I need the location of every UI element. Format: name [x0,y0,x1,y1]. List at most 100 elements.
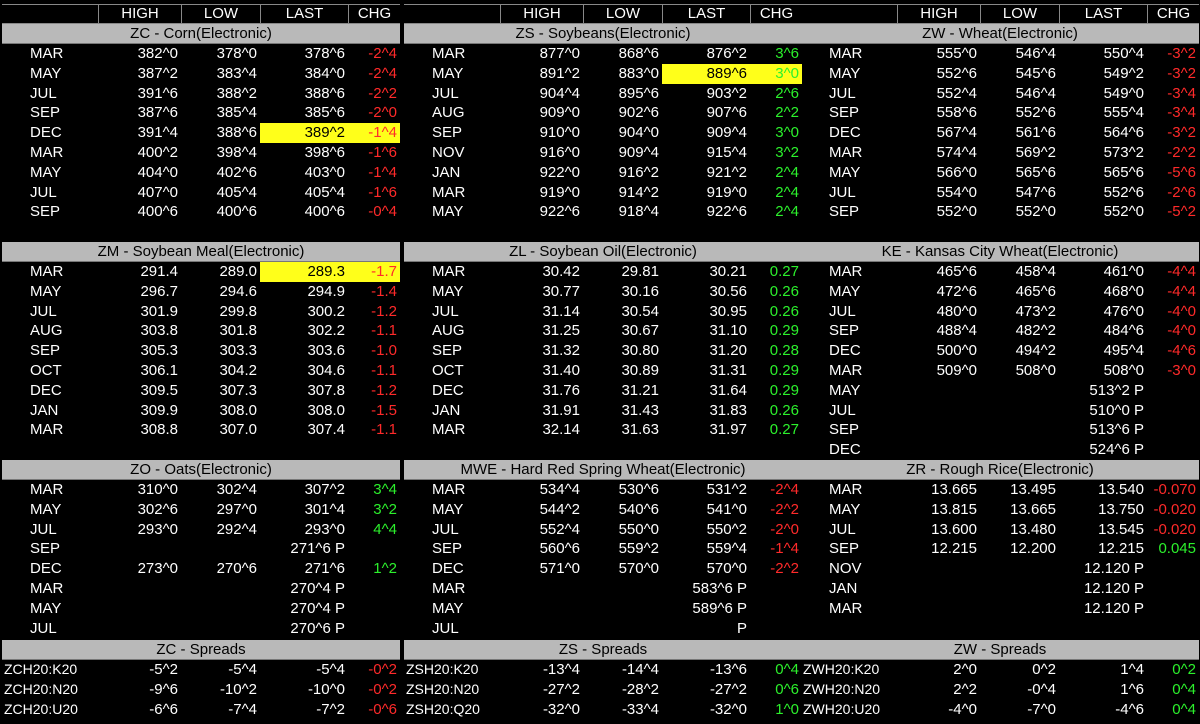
quote-row[interactable]: MAY 270^4 P [2,599,400,619]
quote-row[interactable]: MAY 296.7 294.6 294.9 -1.4 [2,282,400,302]
quote-row[interactable]: MAY 891^2 883^0 889^6 3^0 [404,63,802,84]
quote-row[interactable]: MAR 291.4 289.0 289.3 -1.7 [2,262,400,282]
quote-row[interactable]: DEC 571^0 570^0 570^0 -2^2 [404,559,802,579]
panel-title[interactable]: MWE - Hard Red Spring Wheat(Electronic) [404,460,802,480]
quote-row[interactable]: MAY 13.815 13.665 13.750 -0.020 [801,500,1199,520]
quote-row[interactable]: MAY 589^6 P [404,599,802,619]
header-chg[interactable]: CHG [750,4,802,24]
quote-row[interactable]: DEC 31.76 31.21 31.64 0.29 [404,381,802,401]
header-low[interactable]: LOW [583,4,662,24]
header-last[interactable]: LAST [260,4,348,24]
quote-row[interactable]: SEP 31.32 30.80 31.20 0.28 [404,341,802,361]
quote-row[interactable]: NOV 12.120 P [801,559,1199,579]
quote-row[interactable]: JUL P [404,619,802,639]
quote-row[interactable]: JUL 391^6 388^2 388^6 -2^2 [2,84,400,104]
quote-row[interactable]: MAY 544^2 540^6 541^0 -2^2 [404,500,802,520]
header-low[interactable]: LOW [181,4,260,24]
quote-row[interactable]: JUL 554^0 547^6 552^6 -2^6 [801,183,1199,203]
quote-row[interactable]: SEP 558^6 552^6 555^4 -3^4 [801,103,1199,123]
quote-row[interactable]: MAR 270^4 P [2,579,400,599]
quote-row[interactable]: SEP 910^0 904^0 909^4 3^0 [404,123,802,143]
header-last[interactable]: LAST [662,4,750,24]
panel-title[interactable]: ZC - Corn(Electronic) [2,24,400,44]
header-low[interactable]: LOW [980,4,1059,24]
quote-row[interactable]: SEP 400^6 400^6 400^6 -0^4 [2,202,400,222]
quote-row[interactable]: MAY 472^6 465^6 468^0 -4^4 [801,282,1199,302]
panel-title[interactable]: ZS - Spreads [404,640,802,660]
header-chg[interactable]: CHG [348,4,400,24]
panel-title[interactable]: ZL - Soybean Oil(Electronic) [404,242,802,262]
quote-row[interactable]: MAR 32.14 31.63 31.97 0.27 [404,420,802,440]
quote-row[interactable]: OCT 306.1 304.2 304.6 -1.1 [2,361,400,381]
panel-title[interactable]: ZR - Rough Rice(Electronic) [801,460,1199,480]
quote-row[interactable]: JAN 31.91 31.43 31.83 0.26 [404,401,802,421]
quote-row[interactable]: SEP 12.215 12.200 12.215 0.045 [801,539,1199,559]
quote-row[interactable]: MAR 509^0 508^0 508^0 -3^0 [801,361,1199,381]
quote-row[interactable]: MAR 877^0 868^6 876^2 3^6 [404,44,802,64]
quote-row[interactable]: MAR 534^4 530^6 531^2 -2^4 [404,480,802,500]
quote-row[interactable]: ZWH20:U20 -4^0 -7^0 -4^6 0^4 [801,700,1199,720]
quote-row[interactable]: MAR 30.42 29.81 30.21 0.27 [404,262,802,282]
quote-row[interactable]: ZCH20:U20 -6^6 -7^4 -7^2 -0^6 [2,700,400,720]
quote-row[interactable]: SEP 560^6 559^2 559^4 -1^4 [404,539,802,559]
quote-row[interactable]: MAR 12.120 P [801,599,1199,619]
quote-row[interactable]: AUG 303.8 301.8 302.2 -1.1 [2,321,400,341]
quote-row[interactable]: JUL 552^4 550^0 550^2 -2^0 [404,520,802,540]
panel-title[interactable]: ZO - Oats(Electronic) [2,460,400,480]
quote-row[interactable]: DEC 273^0 270^6 271^6 1^2 [2,559,400,579]
quote-row[interactable]: MAY 552^6 545^6 549^2 -3^2 [801,64,1199,84]
quote-row[interactable]: JUL 13.600 13.480 13.545 -0.020 [801,520,1199,540]
quote-row[interactable]: DEC 500^0 494^2 495^4 -4^6 [801,341,1199,361]
quote-row[interactable]: SEP 271^6 P [2,539,400,559]
panel-title[interactable]: ZS - Soybeans(Electronic) [404,24,802,44]
panel-title[interactable]: ZM - Soybean Meal(Electronic) [2,242,400,262]
quote-row[interactable]: JUL 407^0 405^4 405^4 -1^6 [2,183,400,203]
quote-row[interactable]: SEP 387^6 385^4 385^6 -2^0 [2,103,400,123]
quote-row[interactable]: ZSH20:N20 -27^2 -28^2 -27^2 0^6 [404,680,802,700]
quote-row[interactable]: MAY 387^2 383^4 384^0 -2^4 [2,64,400,84]
quote-row[interactable]: ZSH20:K20 -13^4 -14^4 -13^6 0^4 [404,660,802,680]
quote-row[interactable]: MAR 13.665 13.495 13.540 -0.070 [801,480,1199,500]
quote-row[interactable]: AUG 31.25 30.67 31.10 0.29 [404,321,802,341]
quote-row[interactable]: SEP 488^4 482^2 484^6 -4^0 [801,321,1199,341]
quote-row[interactable]: DEC 567^4 561^6 564^6 -3^2 [801,123,1199,143]
quote-row[interactable]: ZWH20:N20 2^2 -0^4 1^6 0^4 [801,680,1199,700]
panel-title[interactable]: KE - Kansas City Wheat(Electronic) [801,242,1199,262]
quote-row[interactable]: JUL 31.14 30.54 30.95 0.26 [404,302,802,322]
quote-row[interactable]: JUL 904^4 895^6 903^2 2^6 [404,84,802,104]
panel-title[interactable]: ZW - Wheat(Electronic) [801,24,1199,44]
quote-row[interactable]: MAR 919^0 914^2 919^0 2^4 [404,183,802,203]
quote-row[interactable]: MAR 583^6 P [404,579,802,599]
quote-row[interactable]: JUL 480^0 473^2 476^0 -4^0 [801,302,1199,322]
quote-row[interactable]: JUL 301.9 299.8 300.2 -1.2 [2,302,400,322]
quote-row[interactable]: JUL 270^6 P [2,619,400,639]
panel-title[interactable]: ZW - Spreads [801,640,1199,660]
quote-row[interactable]: JUL 510^0 P [801,401,1199,421]
header-last[interactable]: LAST [1059,4,1147,24]
quote-row[interactable]: MAY 566^0 565^6 565^6 -5^6 [801,163,1199,183]
quote-row[interactable]: SEP 513^6 P [801,420,1199,440]
quote-row[interactable]: AUG 909^0 902^6 907^6 2^2 [404,103,802,123]
quote-row[interactable]: MAR 400^2 398^4 398^6 -1^6 [2,143,400,163]
header-chg[interactable]: CHG [1147,4,1199,24]
quote-row[interactable]: MAY 30.77 30.16 30.56 0.26 [404,282,802,302]
panel-title[interactable]: ZC - Spreads [2,640,400,660]
quote-row[interactable]: MAY 513^2 P [801,381,1199,401]
quote-row[interactable]: MAY 302^6 297^0 301^4 3^2 [2,500,400,520]
quote-row[interactable]: SEP 552^0 552^0 552^0 -5^2 [801,202,1199,222]
header-high[interactable]: HIGH [500,4,583,24]
quote-row[interactable]: MAR 465^6 458^4 461^0 -4^4 [801,262,1199,282]
quote-row[interactable]: MAR 555^0 546^4 550^4 -3^2 [801,44,1199,64]
quote-row[interactable]: JUL 552^4 546^4 549^0 -3^4 [801,84,1199,104]
quote-row[interactable]: JAN 12.120 P [801,579,1199,599]
quote-row[interactable]: ZWH20:K20 2^0 0^2 1^4 0^2 [801,660,1199,680]
header-high[interactable]: HIGH [98,4,181,24]
quote-row[interactable]: MAR 310^0 302^4 307^2 3^4 [2,480,400,500]
quote-row[interactable]: MAR 382^0 378^0 378^6 -2^4 [2,44,400,64]
quote-row[interactable]: JAN 922^0 916^2 921^2 2^4 [404,163,802,183]
quote-row[interactable]: JAN 309.9 308.0 308.0 -1.5 [2,401,400,421]
quote-row[interactable]: ZSH20:Q20 -32^0 -33^4 -32^0 1^0 [404,700,802,720]
header-high[interactable]: HIGH [897,4,980,24]
quote-row[interactable]: DEC 524^6 P [801,440,1199,460]
quote-row[interactable]: SEP 305.3 303.3 303.6 -1.0 [2,341,400,361]
